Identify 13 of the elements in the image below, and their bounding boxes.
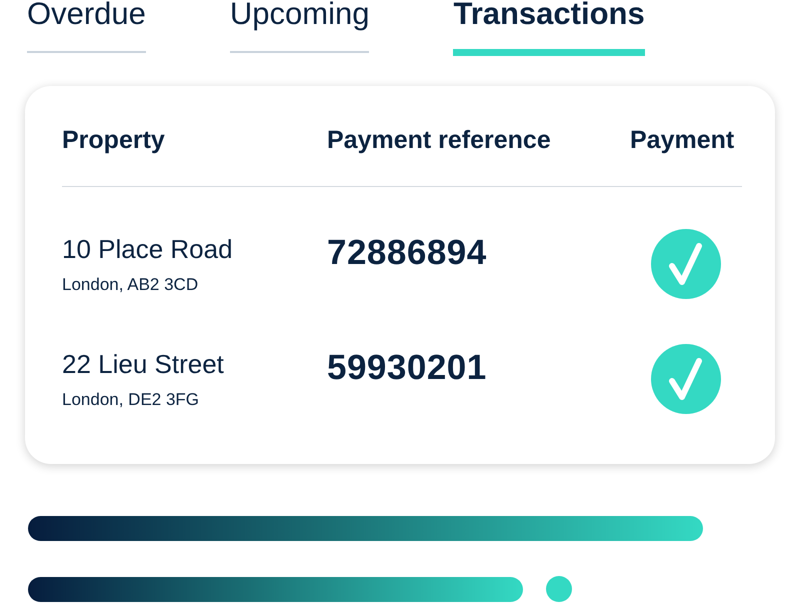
property-address: 22 Lieu Street [62, 349, 224, 379]
property-city: London, AB2 3CD [62, 274, 198, 296]
property-city: London, DE2 3FG [62, 389, 200, 411]
tab[interactable]: Upcoming [230, 0, 370, 53]
tab[interactable]: Transactions [453, 0, 645, 56]
dot-icon [546, 576, 572, 602]
tab[interactable]: Overdue [27, 0, 146, 53]
payment-reference: 59930201 [327, 347, 488, 388]
column-header: Property [62, 125, 166, 156]
payment-reference: 72886894 [327, 232, 488, 273]
column-header: Payment reference [327, 125, 552, 156]
column-header: Payment [630, 125, 736, 156]
property-address: 10 Place Road [62, 234, 233, 264]
